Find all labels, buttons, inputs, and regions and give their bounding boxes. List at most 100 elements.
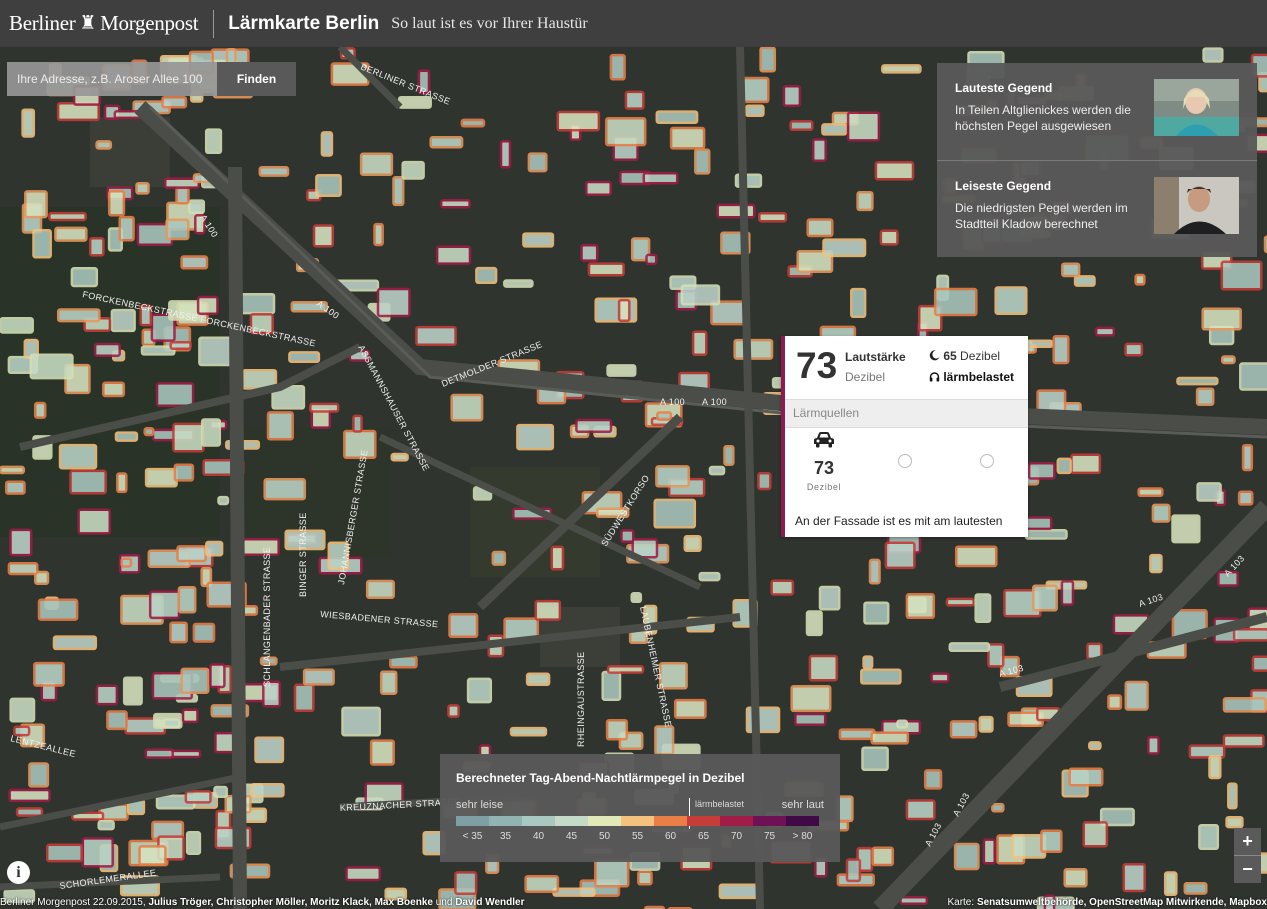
- legend-tick: 40: [532, 831, 545, 842]
- noise-source-road-unit: Dezibel: [806, 482, 842, 492]
- building-block: [1134, 273, 1146, 286]
- building-block: [1073, 275, 1096, 287]
- building-block: [606, 665, 645, 674]
- building-block: [1149, 553, 1163, 574]
- building-block: [114, 431, 139, 442]
- building-block: [392, 175, 405, 207]
- noise-burden-status: lärmbelastet: [929, 370, 1014, 384]
- building-block: [575, 418, 613, 434]
- building-block: [1107, 694, 1123, 710]
- building-block: [978, 715, 994, 733]
- building-block: [118, 215, 135, 242]
- building-block: [954, 545, 998, 568]
- legend-swatch: [786, 816, 819, 826]
- find-button[interactable]: Finden: [217, 62, 296, 96]
- legend-swatch: [687, 816, 720, 826]
- building-block: [144, 467, 178, 488]
- building-block: [655, 465, 691, 488]
- building-block: [7, 562, 39, 576]
- building-block: [879, 229, 899, 246]
- building-block: [33, 401, 47, 419]
- credits-last-author: David Wendler: [455, 897, 525, 908]
- building-block: [653, 498, 697, 529]
- building-block: [32, 228, 52, 259]
- building-block: [757, 472, 772, 491]
- attribution-sources[interactable]: Senatsumweltbehörde, OpenStreetMap Mitwi…: [977, 897, 1267, 908]
- building-block: [1023, 339, 1054, 349]
- legend-tick: 50: [598, 831, 611, 842]
- building-block: [656, 411, 673, 421]
- info-button[interactable]: i: [7, 861, 30, 884]
- building-block: [789, 120, 814, 132]
- brand-logo[interactable]: Berliner ♜ Morgenpost: [0, 11, 199, 36]
- building-block: [143, 427, 155, 437]
- building-block: [645, 253, 658, 266]
- building-block: [352, 414, 363, 433]
- header-divider: [213, 9, 215, 38]
- address-input[interactable]: [7, 62, 217, 96]
- building-block: [899, 896, 929, 906]
- building-block: [95, 140, 113, 150]
- legend-swatch: [555, 816, 588, 826]
- building-block: [509, 726, 548, 737]
- moon-icon: [929, 350, 940, 361]
- building-block: [204, 128, 223, 155]
- building-block: [450, 393, 484, 422]
- building-block: [669, 126, 706, 150]
- building-block: [1220, 260, 1263, 291]
- building-block: [923, 769, 943, 790]
- building-block: [744, 104, 765, 118]
- building-block: [624, 90, 645, 110]
- building-block: [1225, 815, 1244, 829]
- building-block: [180, 667, 210, 694]
- attribution-prefix: Karte:: [947, 897, 975, 908]
- region-quietest-video-thumbnail[interactable]: [1154, 177, 1239, 234]
- building-block: [556, 110, 601, 132]
- building-block: [475, 266, 498, 285]
- building-block: [69, 469, 107, 495]
- credits: Berliner Morgenpost 22.09.2015, Julius T…: [0, 897, 524, 908]
- building-block: [698, 571, 721, 582]
- building-block: [33, 661, 65, 687]
- noise-source-rail-empty: [898, 454, 912, 468]
- building-block: [188, 199, 206, 214]
- legend-color-scale: [456, 816, 819, 826]
- building-block: [373, 222, 384, 247]
- region-loudest-video-thumbnail[interactable]: [1154, 79, 1239, 136]
- building-block: [58, 443, 98, 470]
- building-block: [794, 712, 827, 727]
- building-block: [605, 718, 629, 741]
- building-block: [95, 684, 119, 706]
- credits-and: und: [435, 897, 453, 908]
- credits-prefix: Berliner Morgenpost 22.09.2015,: [0, 897, 146, 908]
- region-loudest[interactable]: Lauteste Gegend In Teilen Altglienickes …: [937, 63, 1257, 160]
- building-block: [173, 463, 195, 482]
- building-block: [871, 846, 895, 867]
- building-block: [691, 330, 708, 357]
- region-quietest[interactable]: Leiseste Gegend Die niedrigsten Pegel we…: [937, 160, 1257, 257]
- building-block: [884, 541, 916, 570]
- building-block: [1222, 697, 1267, 713]
- building-block: [1056, 457, 1072, 475]
- building-block: [620, 529, 635, 544]
- building-block: [974, 593, 992, 623]
- building-block: [822, 238, 867, 258]
- building-block: [97, 820, 115, 831]
- zoom-in-button[interactable]: +: [1234, 828, 1261, 855]
- noise-source-air-empty: [980, 454, 994, 468]
- building-block: [138, 845, 167, 866]
- building-block: [930, 672, 950, 683]
- building-block: [594, 858, 630, 888]
- legend-tick: 45: [565, 831, 578, 842]
- building-block: [15, 807, 44, 817]
- building-block: [161, 95, 188, 109]
- building-block: [982, 838, 996, 865]
- building-block: [1052, 335, 1070, 365]
- building-block: [448, 613, 479, 639]
- building-block: [320, 131, 334, 157]
- zoom-out-button[interactable]: −: [1234, 855, 1261, 883]
- building-block: [110, 308, 136, 333]
- building-block: [525, 672, 551, 687]
- building-block: [870, 731, 910, 745]
- building-block: [534, 599, 562, 621]
